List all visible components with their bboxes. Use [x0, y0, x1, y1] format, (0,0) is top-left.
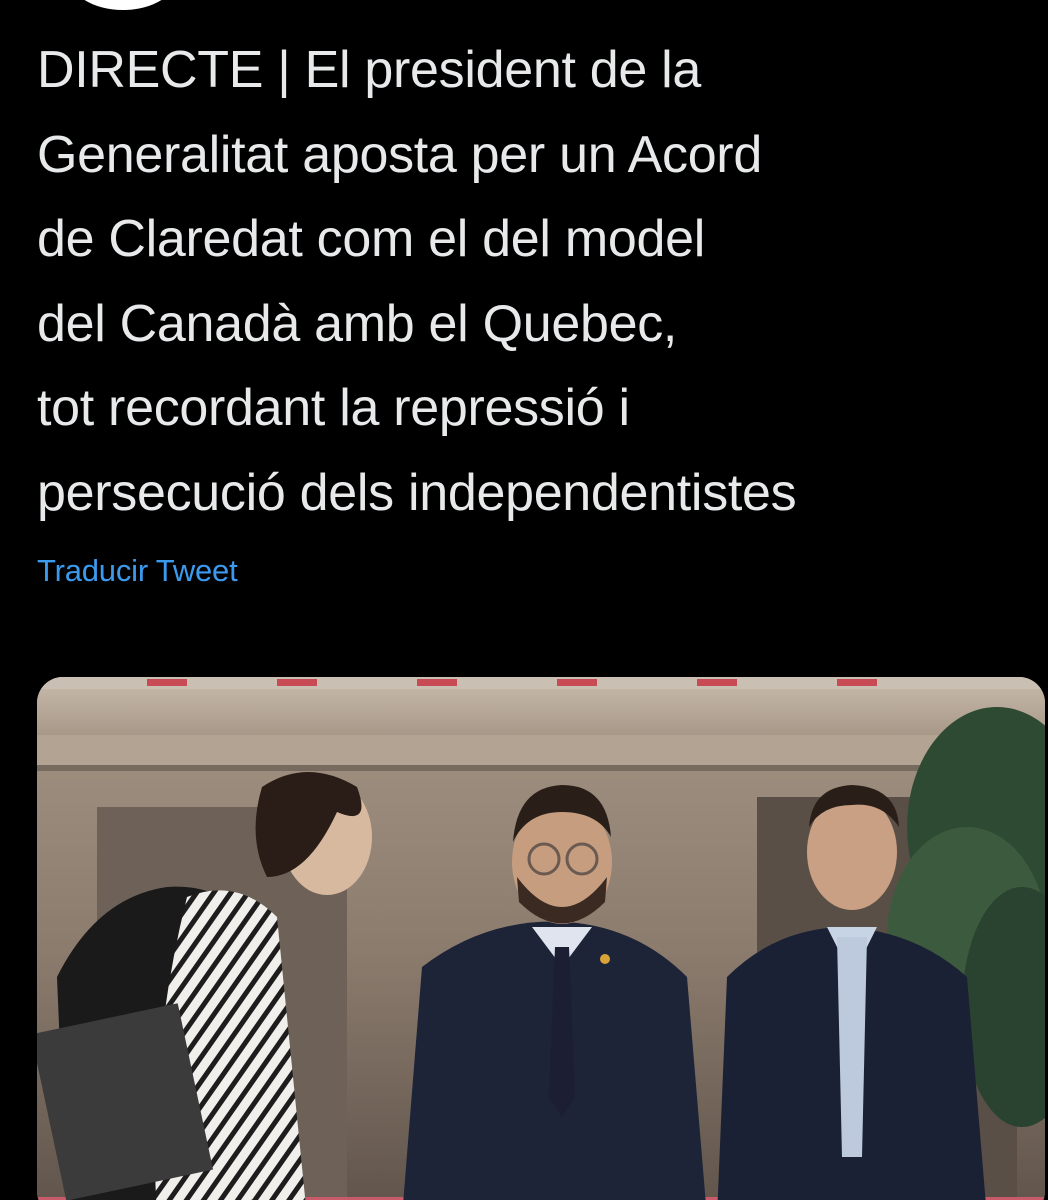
photo-image — [37, 677, 1045, 1200]
tweet-text-line: de Claredat com el del model — [37, 210, 705, 268]
translate-tweet-link[interactable]: Traducir Tweet — [37, 553, 238, 589]
tweet-text: DIRECTE | El president de la Generalitat… — [37, 28, 1037, 535]
tweet-text-line: DIRECTE | El president de la — [37, 41, 702, 99]
tweet-text-line: persecució dels independentistes — [37, 463, 797, 522]
tweet-text-line: del Canadà amb el Quebec, — [37, 294, 678, 353]
avatar[interactable] — [68, 0, 178, 10]
tweet-text-line: tot recordant la repressió i — [37, 379, 630, 437]
tweet-media-photo[interactable] — [37, 677, 1045, 1200]
tweet-text-line: Generalitat aposta per un Acord — [37, 125, 762, 184]
